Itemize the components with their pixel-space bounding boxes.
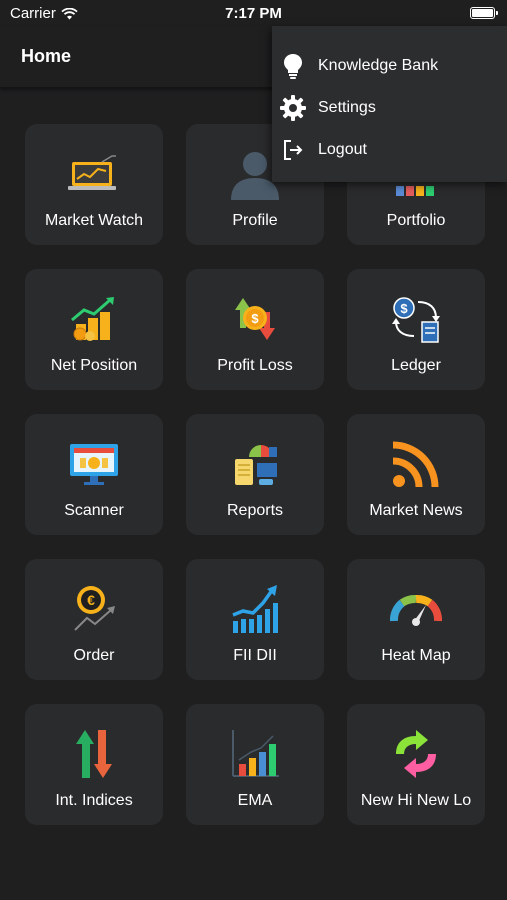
tile-label: Profit Loss [217, 357, 293, 374]
tile-market-watch[interactable]: Market Watch [25, 124, 163, 245]
svg-text:$: $ [400, 301, 408, 316]
gear-icon [280, 95, 306, 121]
lightbulb-icon [284, 54, 302, 79]
tile-label: Market News [369, 502, 463, 519]
tile-label: Int. Indices [55, 792, 133, 809]
profit-loss-icon: $ [235, 298, 275, 340]
tile-ema[interactable]: EMA [186, 704, 324, 825]
tile-label: Profile [232, 212, 278, 229]
tile-order[interactable]: € Order [25, 559, 163, 680]
tile-label: EMA [237, 792, 273, 809]
tile-label: New Hi New Lo [360, 792, 472, 809]
menu-item-label: Knowledge Bank [318, 57, 439, 74]
rss-icon [392, 441, 439, 488]
ema-icon [232, 730, 279, 777]
tile-reports[interactable]: Reports [186, 414, 324, 535]
menu-item-settings[interactable]: Settings [272, 87, 507, 129]
scanner-icon [70, 444, 118, 485]
tile-heat-map[interactable]: Heat Map [347, 559, 485, 680]
net-position-icon [71, 297, 114, 341]
tile-new-hi-new-lo[interactable]: New Hi New Lo [347, 704, 485, 825]
tile-label: Portfolio [386, 212, 446, 229]
tile-market-news[interactable]: Market News [347, 414, 485, 535]
tile-fii-dii[interactable]: FII DII [186, 559, 324, 680]
tile-label: Market Watch [44, 212, 144, 229]
svg-text:€: € [87, 592, 95, 608]
ledger-icon: $ [392, 297, 440, 343]
int-indices-icon [76, 730, 112, 778]
tile-label: Scanner [64, 502, 124, 519]
market-watch-icon [68, 155, 116, 190]
tile-int-indices[interactable]: Int. Indices [25, 704, 163, 825]
order-icon: € [74, 586, 115, 631]
status-bar: Carrier 7:17 PM [0, 0, 507, 26]
menu-item-label: Settings [318, 99, 376, 116]
logout-icon [284, 140, 303, 160]
new-hi-new-lo-icon [396, 730, 436, 778]
tile-net-position[interactable]: Net Position [25, 269, 163, 390]
tile-scanner[interactable]: Scanner [25, 414, 163, 535]
tile-label: Heat Map [381, 647, 451, 664]
tile-profit-loss[interactable]: $ Profit Loss [186, 269, 324, 390]
status-time: 7:17 PM [225, 5, 282, 22]
overflow-menu: Knowledge Bank Settings Logout [272, 26, 507, 182]
tile-label: Reports [226, 502, 284, 519]
fii-dii-icon [232, 585, 278, 633]
tile-ledger[interactable]: $ Ledger [347, 269, 485, 390]
tile-label: Ledger [391, 357, 441, 374]
heat-map-icon [390, 595, 442, 626]
tile-label: FII DII [233, 647, 277, 664]
menu-item-label: Logout [318, 141, 367, 158]
tile-label: Net Position [50, 357, 138, 374]
menu-item-knowledge-bank[interactable]: Knowledge Bank [272, 45, 507, 87]
battery-icon [470, 7, 498, 19]
tile-label: Order [73, 647, 115, 664]
svg-text:$: $ [251, 311, 259, 326]
menu-item-logout[interactable]: Logout [272, 129, 507, 171]
page-title: Home [21, 46, 72, 66]
reports-icon [235, 445, 277, 485]
